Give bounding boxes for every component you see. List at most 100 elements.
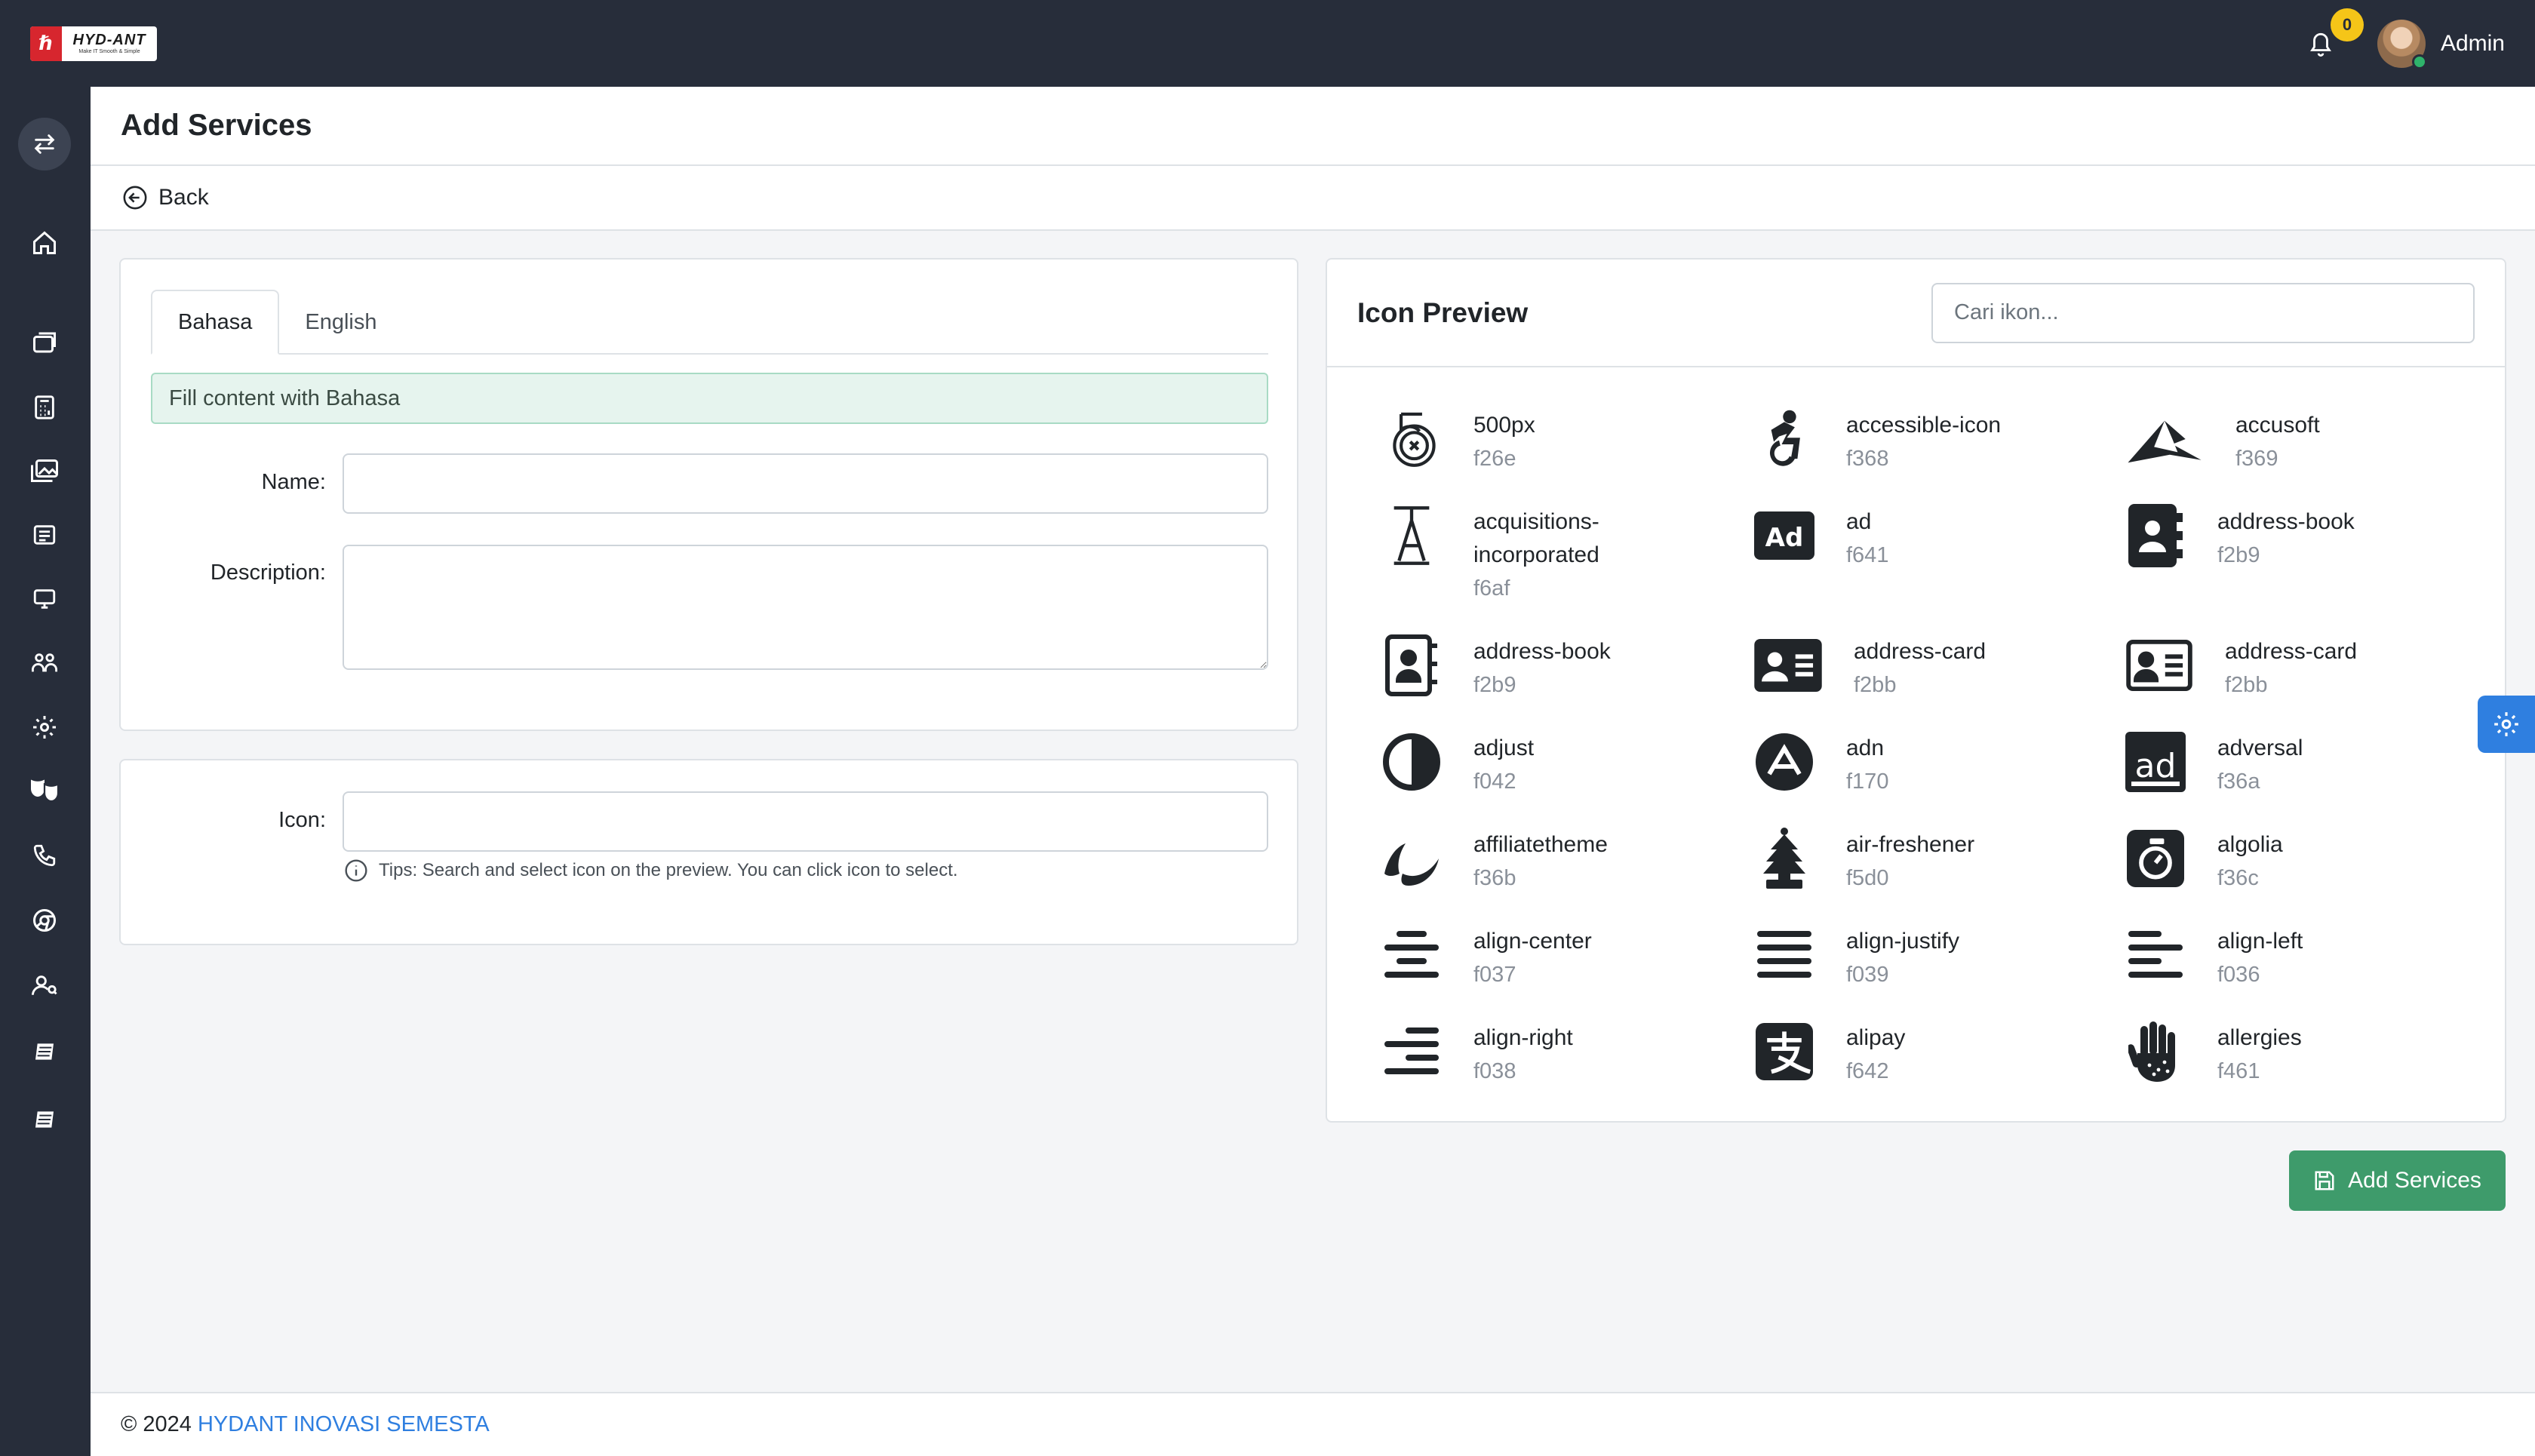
company-link[interactable]: HYDANT INOVASI SEMESTA [198,1412,490,1437]
window-icon[interactable] [27,325,62,360]
sidebar-toggle-icon[interactable] [18,118,71,170]
icon-item-algolia[interactable]: algolia f36c [2125,828,2283,895]
logo-mark-icon: ℏ [30,26,62,61]
icon-input[interactable] [343,791,1268,852]
monitor-icon[interactable] [27,582,62,616]
gear-icon[interactable] [27,710,62,745]
icon-item-address-card-outline[interactable]: address-card f2bb [2125,635,2357,702]
icon-item-accessible-icon[interactable]: accessible-icon f368 [1754,409,2001,475]
adjust-icon [1381,732,1442,792]
back-label: Back [158,185,209,210]
info-icon [345,859,367,882]
icon-item-air-freshener[interactable]: air-freshener f5d0 [1754,828,1974,895]
affiliatetheme-icon [1381,828,1442,889]
icon-tips: Tips: Search and select icon on the prev… [344,859,958,883]
icon-form-card: Icon: Tips: Search and select icon on th… [119,759,1298,945]
address-card-icon [1754,635,1822,696]
copyright-text: © 2024 [121,1412,192,1436]
icon-item-ad[interactable]: Ad ad f641 [1754,505,1888,572]
description-textarea[interactable] [343,545,1268,670]
icon-item-500px[interactable]: 500px f26e [1381,409,1535,475]
air-freshener-icon [1754,828,1814,889]
language-alert: Fill content with Bahasa [151,373,1268,424]
alipay-icon [1754,1021,1814,1082]
notification-badge: 0 [2330,8,2364,41]
news-icon[interactable] [27,518,62,552]
sidebar [0,87,91,1456]
online-status-dot [2411,54,2427,69]
brand-logo[interactable]: ℏ HYD-ANT Make IT Smooth & Simple [30,26,157,61]
align-justify-icon [1754,925,1814,985]
description-label: Description: [210,561,326,585]
icon-item-align-justify[interactable]: align-justify f039 [1754,925,1959,991]
name-input[interactable] [343,453,1268,514]
stack-icon[interactable] [27,1102,62,1137]
page-header: Add Services [91,87,2535,166]
add-services-button[interactable]: Add Services [2289,1150,2506,1211]
footer: © 2024 HYDANT INOVASI SEMESTA [91,1392,2535,1456]
gallery-icon[interactable] [27,453,62,488]
notification-bell-icon[interactable]: 0 [2302,8,2364,63]
home-icon[interactable] [27,226,62,260]
phone-icon[interactable] [27,838,62,873]
accusoft-icon [2125,409,2204,469]
icon-item-affiliatetheme[interactable]: affiliatetheme f36b [1381,828,1608,895]
svg-text:ad: ad [2135,747,2177,785]
icon-search-input[interactable] [1931,282,2475,343]
icon-preview-title: Icon Preview [1357,296,1529,328]
user-search-icon[interactable] [27,968,62,1003]
adversal-icon: ad [2125,732,2186,792]
address-book-outline-icon [1381,634,1442,696]
top-navbar: ℏ HYD-ANT Make IT Smooth & Simple 0 Admi… [0,0,2535,87]
masks-icon[interactable] [27,773,62,807]
icon-item-allergies[interactable]: allergies f461 [2125,1021,2302,1088]
stack-icon[interactable] [27,1034,62,1069]
icon-preview-card: Icon Preview 500pxf26e accessible-iconf3… [1326,258,2506,1123]
icon-item-address-book[interactable]: address-book f2b9 [2125,504,2355,572]
tab-english[interactable]: English [279,290,402,355]
align-right-icon [1381,1021,1442,1082]
language-tabs: Bahasa English [151,290,1268,355]
add-services-label: Add Services [2348,1168,2481,1193]
acquisitions-incorporated-icon [1381,505,1442,566]
address-card-outline-icon [2125,635,2193,696]
address-book-icon [2125,504,2186,567]
tips-text: Tips: Search and select icon on the prev… [379,860,958,880]
logo-text: HYD-ANT [72,32,146,48]
icon-item-acquisitions-incorporated[interactable]: acquisitions-incorporated f6af [1381,505,1599,605]
icon-item-address-card[interactable]: address-card f2bb [1754,635,1986,702]
tab-bahasa[interactable]: Bahasa [151,290,280,355]
adn-icon [1754,732,1814,792]
align-center-icon [1381,925,1442,985]
icon-item-alipay[interactable]: alipay f642 [1754,1021,1905,1088]
icon-item-align-center[interactable]: align-center f037 [1381,925,1592,991]
icon-item-adversal[interactable]: ad adversal f36a [2125,732,2303,798]
algolia-icon [2125,828,2186,889]
icon-item-align-right[interactable]: align-right f038 [1381,1021,1573,1088]
icon-item-align-left[interactable]: align-left f036 [2125,925,2303,991]
page-title: Add Services [121,109,312,142]
icon-item-adn[interactable]: adn f170 [1754,732,1888,798]
icon-label: Icon: [278,808,326,832]
content-form-card: Bahasa English Fill content with Bahasa … [119,258,1298,731]
chrome-icon[interactable] [27,903,62,938]
calculator-icon[interactable] [27,390,62,425]
icon-item-address-book-outline[interactable]: address-book f2b9 [1381,634,1611,702]
users-icon[interactable] [27,646,62,680]
align-left-icon [2125,925,2186,985]
accessible-icon [1754,409,1814,469]
user-menu[interactable]: Admin [2377,19,2505,69]
settings-gear-icon[interactable] [2478,696,2535,753]
arrow-left-circle-icon [123,186,147,210]
icon-item-adjust[interactable]: adjust f042 [1381,732,1534,798]
avatar [2377,19,2427,69]
back-button[interactable]: Back [91,166,2535,231]
icon-item-accusoft[interactable]: accusoft f369 [2125,409,2320,475]
allergies-icon [2125,1021,2186,1082]
name-label: Name: [261,470,326,494]
ad-icon: Ad [1754,505,1814,566]
user-name: Admin [2440,30,2505,56]
logo-tagline: Make IT Smooth & Simple [78,49,140,54]
svg-text:Ad: Ad [1765,523,1804,553]
500px-icon [1381,409,1442,469]
